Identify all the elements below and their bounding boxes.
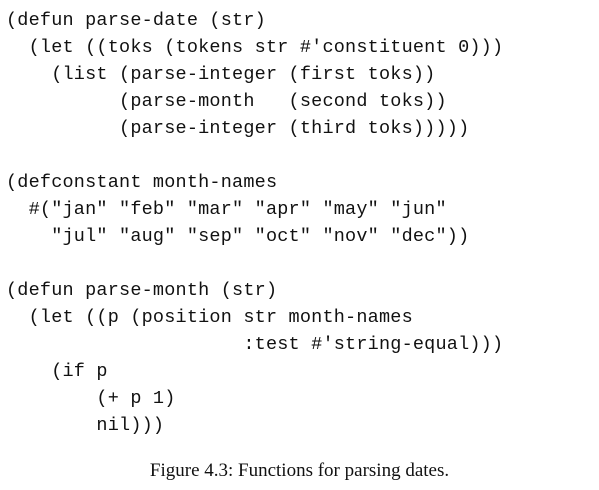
code-line-parse-month-second: (parse-month (second toks)) [6, 91, 447, 112]
code-line-let-toks: (let ((toks (tokens str #'constituent 0)… [6, 37, 504, 58]
code-listing: (defun parse-date (str) (let ((toks (tok… [6, 7, 503, 439]
code-line-test-string-equal: :test #'string-equal))) [6, 334, 504, 355]
code-line-list-parse-integer-first: (list (parse-integer (first toks)) [6, 64, 436, 85]
code-line-month-names-jul-dec: "jul" "aug" "sep" "oct" "nov" "dec")) [6, 226, 470, 247]
code-line-defun-parse-date: (defun parse-date (str) [6, 10, 266, 31]
code-line-defun-parse-month: (defun parse-month (str) [6, 280, 278, 301]
figure-caption: Figure 4.3: Functions for parsing dates. [149, 460, 450, 481]
code-line-nil: nil))) [6, 415, 165, 436]
code-line-blank-2 [6, 250, 503, 277]
code-line-if-p: (if p [6, 361, 108, 382]
code-line-blank-1 [6, 142, 503, 169]
code-line-let-position: (let ((p (position str month-names [6, 307, 413, 328]
code-line-plus-p-1: (+ p 1) [6, 388, 176, 409]
code-line-defconstant-month-names: (defconstant month-names [6, 172, 278, 193]
code-line-month-names-jan-jun: #("jan" "feb" "mar" "apr" "may" "jun" [6, 199, 447, 220]
code-line-parse-integer-third: (parse-integer (third toks))))) [6, 118, 470, 139]
